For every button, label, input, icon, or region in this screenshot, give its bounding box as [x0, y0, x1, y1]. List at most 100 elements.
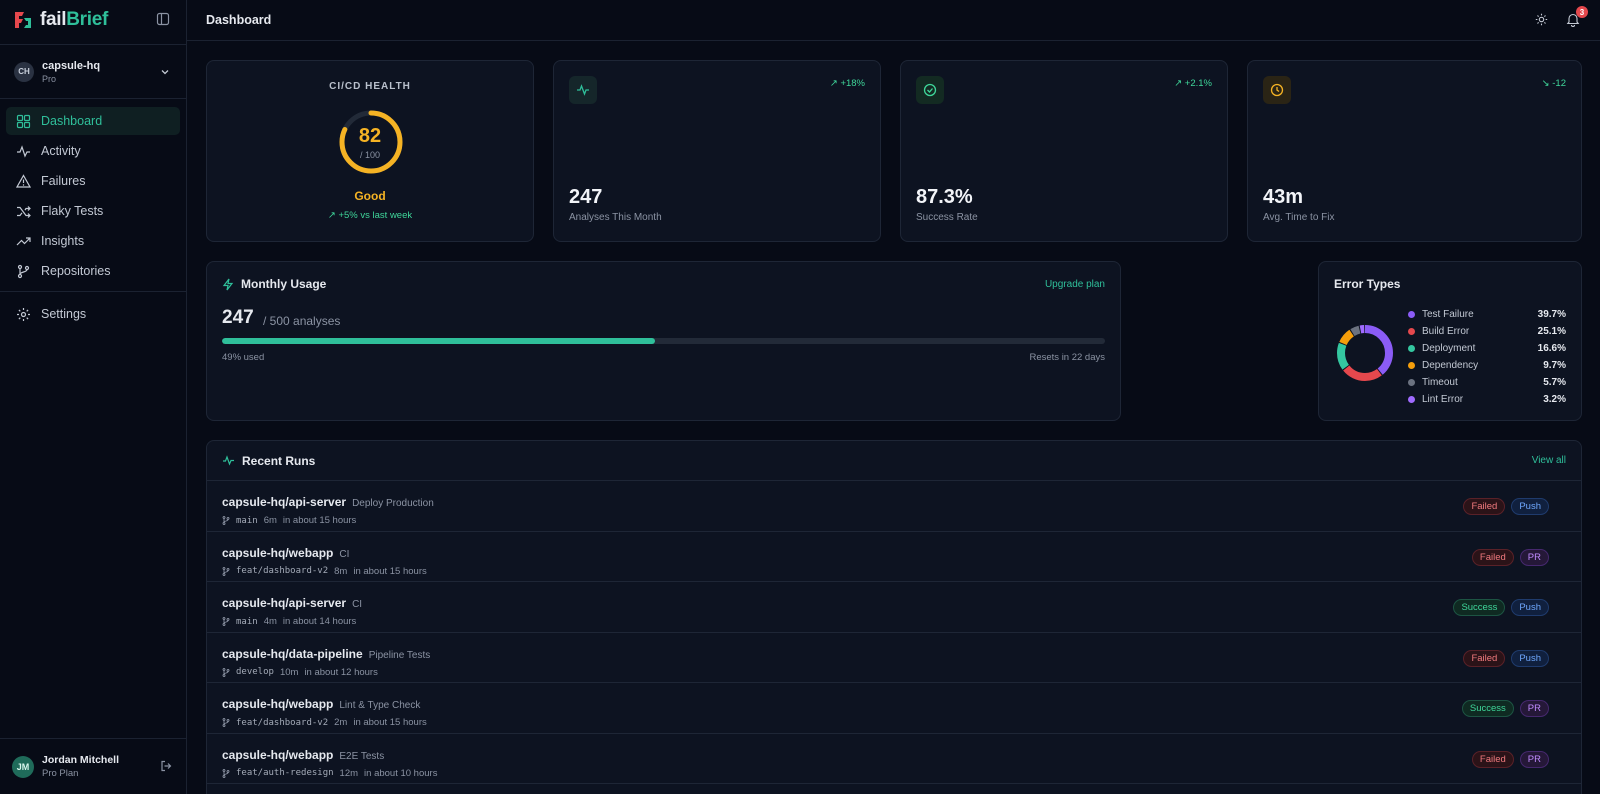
table-row[interactable]: capsule-hq/webapp Lint & Type Check feat/d… [207, 683, 1581, 734]
legend-dot [1408, 362, 1415, 369]
health-score: 82 [358, 125, 382, 147]
upgrade-plan-link[interactable]: Upgrade plan [1045, 279, 1105, 290]
status-badge: Success [1461, 700, 1514, 717]
legend-percent: 25.1% [1537, 326, 1566, 337]
usage-count: 247 [222, 307, 254, 328]
run-time: in about 15 hours [353, 565, 427, 577]
run-workflow: Pipeline Tests [368, 649, 431, 661]
lightning-icon [222, 278, 234, 290]
legend-dot [1408, 396, 1415, 403]
sidebar-item-insights[interactable]: Insights [6, 227, 180, 255]
usage-percent: 49% used [222, 352, 265, 363]
runs-list: capsule-hq/api-server Deploy Production ma… [207, 481, 1581, 784]
git-branch-icon [222, 768, 230, 778]
run-workflow: Lint & Type Check [339, 700, 421, 711]
stat-value: 247 [569, 186, 603, 208]
org-switcher[interactable]: CH capsule-hq Pro [0, 44, 186, 99]
run-workflow: Deploy Production [352, 498, 434, 509]
stat-label: Success Rate [916, 212, 978, 223]
legend-item: Timeout 5.7% [1408, 374, 1566, 391]
notification-badge: 3 [1576, 6, 1588, 18]
org-name: capsule-hq [42, 59, 101, 72]
legend-dot [1408, 345, 1415, 352]
sidebar-item-activity[interactable]: Activity [6, 137, 180, 165]
org-plan: Pro [42, 73, 57, 84]
pulse-icon [569, 76, 597, 104]
legend-dot [1408, 379, 1415, 386]
health-title: CI/CD HEALTH [329, 81, 411, 92]
run-branch: main [236, 515, 258, 526]
run-branch: main [236, 616, 258, 627]
legend-dot [1408, 311, 1415, 318]
health-status: Good [354, 189, 386, 203]
status-badge: Failed [1463, 649, 1506, 667]
sidebar-item-failures[interactable]: Failures [6, 167, 180, 195]
run-repo: capsule-hq/api-server [222, 495, 347, 509]
run-repo: capsule-hq/webapp [222, 747, 334, 762]
error-types-title: Error Types [1334, 277, 1401, 291]
git-branch-icon [222, 516, 230, 525]
legend-label: Test Failure [1422, 309, 1474, 320]
legend-percent: 9.7% [1543, 360, 1566, 371]
table-row[interactable]: capsule-hq/data-pipeline Pipeline Tests de… [207, 633, 1581, 683]
legend-item: Build Error 25.1% [1408, 323, 1566, 340]
clock-icon [1263, 76, 1291, 104]
user-profile[interactable]: JM Jordan Mitchell Pro Plan [0, 738, 186, 794]
table-row[interactable]: capsule-hq/webapp CI feat/dashboard-v2 8m in… [207, 532, 1581, 582]
legend-percent: 39.7% [1537, 309, 1566, 320]
legend-percent: 16.6% [1537, 343, 1566, 354]
table-row[interactable]: capsule-hq/api-server CI main 4m in about 14… [207, 582, 1581, 633]
sidebar-item-label: Flaky Tests [41, 204, 104, 218]
gear-icon [17, 307, 30, 321]
status-badge: Failed [1463, 498, 1506, 515]
legend-label: Deployment [1422, 343, 1476, 354]
legend-item: Lint Error 3.2% [1408, 391, 1566, 408]
sidebar-item-dashboard[interactable]: Dashboard [6, 107, 180, 135]
stat-change: ↗ +18% [829, 78, 865, 89]
page-title: Dashboard [206, 13, 272, 27]
logo-icon [15, 12, 31, 28]
stat-card-analyses: ↗ +18% 247 Analyses This Month [553, 60, 881, 242]
run-branch: feat/auth-redesign [236, 768, 334, 778]
trigger-badge: Push [1511, 599, 1549, 616]
sidebar-item-repositories[interactable]: Repositories [6, 257, 180, 285]
recent-runs-title: Recent Runs [222, 454, 315, 468]
sidebar-collapse-icon[interactable] [156, 12, 170, 26]
run-workflow: CI [352, 599, 363, 610]
dashboard-icon [16, 114, 31, 128]
view-all-link[interactable]: View all [1532, 455, 1566, 466]
usage-card: Monthly Usage Upgrade plan 247 / 500 ana… [206, 261, 1121, 421]
legend-label: Timeout [1422, 377, 1458, 388]
stat-card-success-rate: ↗ +2.1% 87.3% Success Rate [900, 60, 1228, 242]
theme-toggle-icon[interactable] [1535, 13, 1548, 26]
run-duration: 10m [279, 666, 299, 678]
run-repo: capsule-hq/webapp [222, 545, 334, 560]
run-duration: 8m [334, 565, 348, 577]
run-branch: feat/dashboard-v2 [236, 566, 329, 576]
run-time: in about 15 hours [282, 515, 357, 526]
sidebar-item-label: Activity [41, 144, 81, 158]
sidebar-item-label: Dashboard [41, 114, 103, 128]
trigger-badge: Push [1511, 649, 1549, 667]
sidebar-item-settings[interactable]: Settings [6, 300, 180, 328]
table-row[interactable]: capsule-hq/api-server Deploy Production ma… [207, 481, 1581, 532]
error-types-legend: Test Failure 39.7% Build Error 25.1% Deploym… [1408, 306, 1566, 408]
trigger-badge: PR [1519, 750, 1549, 768]
shuffle-icon [17, 205, 31, 218]
sidebar-item-flaky-tests[interactable]: Flaky Tests [6, 197, 180, 225]
run-branch: feat/dashboard-v2 [236, 717, 329, 728]
trigger-badge: Push [1511, 498, 1549, 515]
legend-percent: 3.2% [1543, 394, 1566, 405]
run-time: in about 14 hours [282, 616, 357, 627]
logout-icon[interactable] [160, 760, 172, 772]
legend-item: Dependency 9.7% [1408, 357, 1566, 374]
run-time: in about 10 hours [364, 767, 438, 779]
legend-label: Dependency [1422, 360, 1479, 371]
user-name: Jordan Mitchell [42, 754, 120, 766]
legend-dot [1408, 328, 1415, 335]
stat-change: ↘ -12 [1541, 78, 1566, 89]
run-time: in about 12 hours [304, 666, 378, 678]
legend-percent: 5.7% [1543, 377, 1566, 388]
status-badge: Failed [1471, 750, 1514, 768]
table-row[interactable]: capsule-hq/webapp E2E Tests feat/auth-rede… [207, 734, 1581, 784]
